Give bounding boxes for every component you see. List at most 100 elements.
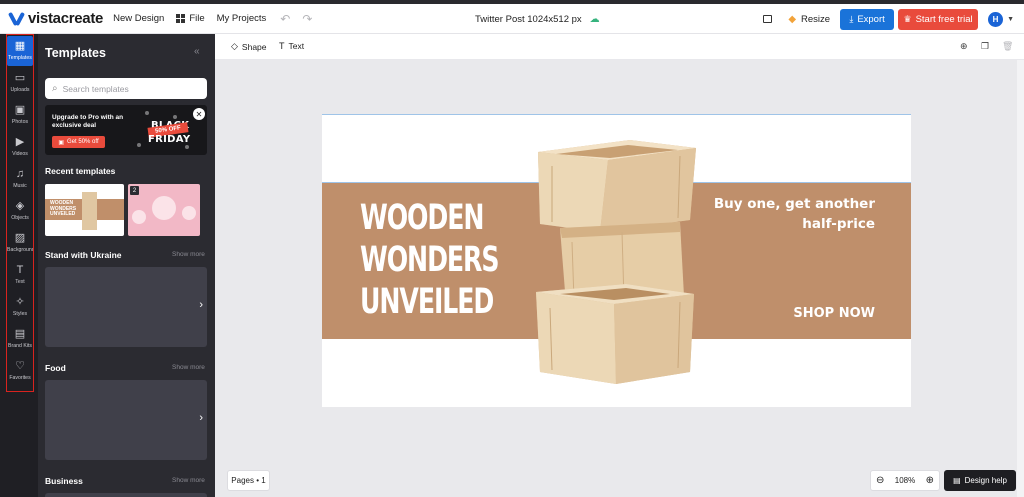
rail-item-label: Backgrounds [7,247,33,253]
undo-icon[interactable]: ↶ [280,12,290,26]
canvas-scrollbar[interactable] [1017,60,1024,497]
videos-icon: ▶ [15,136,25,148]
resize-label: Resize [801,13,831,25]
rail-item-backgrounds[interactable]: ▨ Backgrounds [7,228,33,258]
zoom-in-icon[interactable]: ⊕ [926,475,934,486]
template-row-food[interactable]: › [45,380,207,460]
show-more-business[interactable]: Show more [172,477,205,484]
rail-item-favorites[interactable]: ♡ Favorites [7,356,33,386]
shape-label: Shape [241,41,267,52]
trash-icon[interactable]: 🗑 [1002,41,1013,52]
headline-line-3: UNVEILED [360,282,494,322]
add-page-icon[interactable]: ⊕ [960,41,968,52]
new-design-button[interactable]: New Design [113,13,164,24]
panel-title: Templates [45,46,106,60]
start-free-trial-button[interactable]: ♛ Start free trial [898,8,979,30]
zoom-level[interactable]: 108% [895,476,915,485]
wooden-boxes-image[interactable] [530,136,710,396]
file-menu[interactable]: File [176,13,205,24]
template-row-ukraine[interactable]: › [45,267,207,347]
chevron-down-icon[interactable]: ▼ [1007,16,1014,23]
duplicate-icon[interactable]: ❐ [981,41,989,52]
recent-template-pink[interactable]: 2 [128,184,200,236]
rail-item-label: Objects [11,215,29,221]
collapse-panel-icon[interactable]: « [194,46,200,57]
export-button[interactable]: ⤓ Export [840,8,895,30]
rail-item-music[interactable]: ♫ Music [7,164,33,194]
uploads-icon: ▭ [14,72,26,84]
close-icon[interactable]: ✕ [193,108,205,120]
cloud-saved-icon: ☁ [589,13,600,25]
thumb-wooden-text: WOODEN WONDERS UNVEILED [50,200,77,217]
design-help-button[interactable]: ▤ Design help [944,470,1016,491]
promo-text: Upgrade to Pro with an exclusive deal [52,114,124,129]
guide-line-top [322,114,911,115]
logo[interactable]: vistacreate [7,10,103,27]
chat-icon: ▤ [953,476,961,485]
undo-redo-group: ↶ ↷ [280,12,312,26]
offer-line-2: half-price [802,216,875,232]
file-menu-label: File [189,13,205,24]
rail-item-label: Videos [12,151,28,157]
search-input[interactable] [62,83,193,94]
rail-item-videos[interactable]: ▶ Videos [7,132,33,162]
document-title-wrap: Twitter Post 1024x512 px ☁ [475,4,600,34]
get-discount-button[interactable]: ▣ Get 50% off [52,136,105,148]
section-title-food: Food [45,363,66,373]
search-box: ⌕ [45,78,207,99]
pages-button[interactable]: Pages • 1 [227,470,270,491]
recent-template-wooden[interactable]: WOODEN WONDERS UNVEILED [45,184,124,236]
design-offer-text[interactable]: Buy one, get another half-price [714,194,875,234]
get-discount-label: Get 50% off [67,139,99,145]
text-icon: T [279,41,285,51]
show-more-food[interactable]: Show more [172,364,205,371]
section-title-business: Business [45,476,83,486]
chevron-right-icon[interactable]: › [199,299,203,311]
backgrounds-icon: ▨ [14,232,26,244]
rail-item-uploads[interactable]: ▭ Uploads [7,68,33,98]
diamond-icon: ◆ [788,13,797,25]
rail-item-styles[interactable]: ✧ Styles [7,292,33,322]
resize-button[interactable]: ◆ Resize [788,14,830,25]
grid-icon [176,14,186,23]
objects-icon: ◈ [15,200,25,212]
header-right: ◆ Resize ⤓ Export ♛ Start free trial H ▼ [763,4,1024,34]
design-canvas[interactable]: WOODEN WONDERS UNVEILED Buy one, get ano… [322,114,911,407]
document-title[interactable]: Twitter Post 1024x512 px [475,14,582,25]
rail-item-label: Text [15,279,25,285]
styles-icon: ✧ [15,296,25,308]
editor-toolbar: ◇ Shape T Text ⊕ ❐ 🗑 [215,34,1024,60]
header: vistacreate New Design File My Projects … [0,4,1024,34]
shape-icon: ◇ [231,41,238,51]
shape-tool-button[interactable]: ◇ Shape [231,41,267,52]
rail-item-text[interactable]: T Text [7,260,33,290]
my-projects-link[interactable]: My Projects [217,13,267,24]
rail-item-brand-kits[interactable]: ▤ Brand Kits [7,324,33,354]
chevron-right-icon[interactable]: › [199,412,203,424]
section-title-ukraine: Stand with Ukraine [45,250,122,260]
design-shop-now[interactable]: SHOP NOW [793,306,875,321]
promo-banner[interactable]: Upgrade to Pro with an exclusive deal ▣ … [45,105,207,155]
rail-item-objects[interactable]: ◈ Objects [7,196,33,226]
brand-kits-icon: ▤ [14,328,26,340]
template-row-business[interactable] [45,493,207,497]
show-more-ukraine[interactable]: Show more [172,251,205,258]
zoom-out-icon[interactable]: ⊖ [876,475,884,486]
rail-item-label: Brand Kits [8,343,32,349]
rail-item-label: Photos [11,119,29,125]
headline-line-2: WONDERS [360,240,500,280]
text-tool-button[interactable]: T Text [279,41,304,51]
avatar[interactable]: H [988,11,1004,27]
templates-panel: Templates « ⌕ Upgrade to Pro with an exc… [38,34,215,497]
page-count-badge: 2 [130,186,139,195]
rail-item-label: Styles [12,311,28,317]
rail-item-photos[interactable]: ▣ Photos [7,100,33,130]
text-label: Text [288,41,305,51]
preview-device-icon[interactable] [763,15,773,23]
rail-item-templates[interactable]: ▦ Templates [7,36,33,66]
redo-icon[interactable]: ↷ [302,12,312,26]
design-headline[interactable]: WOODEN WONDERS UNVEILED [360,197,500,323]
photos-icon: ▣ [14,104,26,116]
recent-templates-title: Recent templates [45,166,116,176]
templates-icon: ▦ [14,40,26,52]
